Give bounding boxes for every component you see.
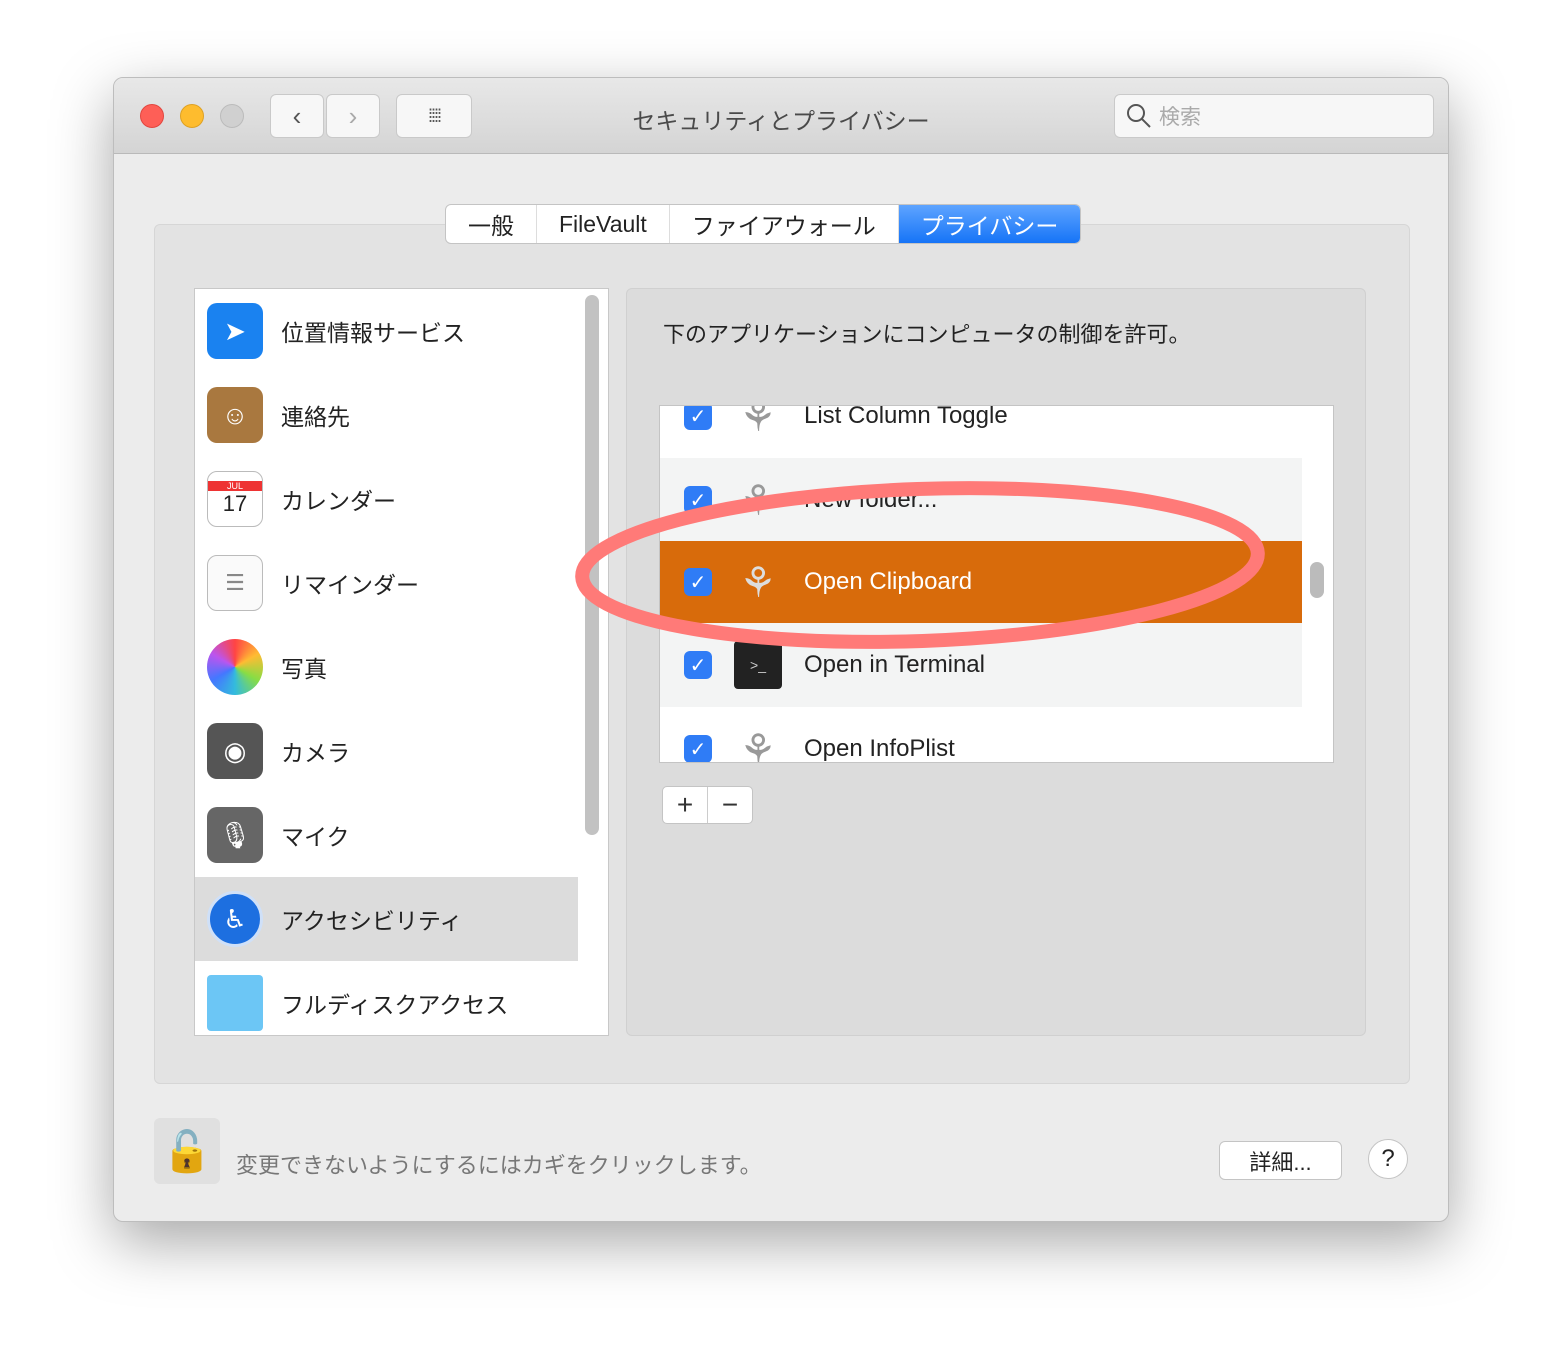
sidebar-item-calendar[interactable]: JUL 17 カレンダー — [195, 457, 578, 541]
camera-icon: ◉ — [207, 723, 263, 779]
tab-privacy[interactable]: プライバシー — [898, 205, 1081, 243]
checkbox[interactable]: ✓ — [684, 651, 712, 679]
add-button[interactable]: + — [663, 787, 708, 823]
sidebar-scrollbar[interactable] — [585, 295, 599, 835]
search-placeholder: 検索 — [1159, 106, 1201, 129]
app-name: List Column Toggle — [804, 405, 1008, 429]
script-icon: ⚘ — [739, 405, 777, 440]
sidebar-item-full-disk-access[interactable]: フルディスクアクセス — [195, 961, 578, 1035]
panel-description: 下のアプリケーションにコンピュータの制御を許可。 — [663, 322, 1191, 347]
title-bar: ‹ › ⁞⁞⁞⁞ セキュリティとプライバシー 検索 — [114, 78, 1448, 154]
lock-button[interactable]: 🔓 — [154, 1118, 220, 1184]
app-row[interactable]: ✓ >_ Open in Terminal — [660, 623, 1302, 707]
checkbox[interactable]: ✓ — [684, 568, 712, 596]
checkbox[interactable]: ✓ — [684, 486, 712, 514]
sidebar-item-label: アクセシビリティ — [281, 908, 463, 934]
help-button[interactable]: ? — [1368, 1139, 1408, 1179]
sidebar-item-photos[interactable]: 写真 — [195, 625, 578, 709]
reminders-icon: ☰ — [207, 555, 263, 611]
calendar-icon: JUL 17 — [207, 471, 263, 527]
preferences-window: ‹ › ⁞⁞⁞⁞ セキュリティとプライバシー 検索 一般 FileVault フ… — [113, 77, 1449, 1222]
folder-icon — [207, 975, 263, 1031]
location-arrow-icon: ➤ — [207, 303, 263, 359]
app-name: New folder... — [804, 486, 938, 513]
script-icon: ⚘ — [739, 558, 777, 606]
search-field[interactable]: 検索 — [1114, 94, 1434, 138]
sidebar-item-label: 写真 — [281, 656, 327, 682]
details-button[interactable]: 詳細... — [1219, 1141, 1342, 1180]
accessibility-icon: ♿ — [207, 891, 263, 947]
lock-hint: 変更できないようにするにはカギをクリックします。 — [236, 1153, 762, 1178]
sidebar-item-location[interactable]: ➤ 位置情報サービス — [195, 289, 578, 373]
tab-filevault[interactable]: FileVault — [537, 205, 670, 243]
sidebar-item-label: フルディスクアクセス — [281, 992, 509, 1018]
calendar-day: 17 — [222, 491, 248, 516]
sidebar-item-label: マイク — [281, 824, 350, 850]
remove-button[interactable]: − — [708, 787, 752, 823]
app-row[interactable]: ✓ ⚘ List Column Toggle — [660, 405, 1302, 458]
checkbox[interactable]: ✓ — [684, 406, 712, 430]
photos-icon — [207, 639, 263, 695]
checkbox[interactable]: ✓ — [684, 735, 712, 762]
app-list-scrollbar[interactable] — [1310, 562, 1324, 598]
sidebar-item-label: リマインダー — [281, 572, 419, 598]
script-icon: ⚘ — [739, 725, 777, 763]
sidebar-item-label: カレンダー — [281, 488, 396, 514]
sidebar-item-reminders[interactable]: ☰ リマインダー — [195, 541, 578, 625]
accessibility-panel: 下のアプリケーションにコンピュータの制御を許可。 ✓ ⚘ List Column T… — [626, 288, 1366, 1036]
app-name: Open in Terminal — [804, 651, 985, 678]
app-name: Open Clipboard — [804, 568, 973, 595]
sidebar-item-accessibility[interactable]: ♿ アクセシビリティ — [195, 877, 578, 961]
script-icon: ⚘ — [739, 476, 777, 524]
privacy-category-list: ➤ 位置情報サービス ☺ 連絡先 JUL 17 カレンダー ☰ リマインダー 写真 ◉ カメ… — [194, 288, 609, 1036]
contacts-icon: ☺ — [207, 387, 263, 443]
sidebar-item-label: カメラ — [281, 740, 350, 766]
sidebar-item-label: 位置情報サービス — [281, 320, 465, 346]
add-remove-control: + − — [662, 786, 753, 824]
app-name: Open InfoPlist — [804, 735, 955, 762]
tab-firewall[interactable]: ファイアウォール — [670, 205, 899, 243]
app-row[interactable]: ✓ ⚘ New folder... — [660, 458, 1302, 542]
search-icon — [1127, 104, 1151, 128]
unlocked-padlock-icon: 🔓 — [162, 1129, 212, 1174]
app-list: ✓ ⚘ List Column Toggle ✓ ⚘ New folder... ✓ ⚘ O… — [659, 405, 1334, 763]
microphone-icon: 🎙 — [207, 807, 263, 863]
app-row[interactable]: ✓ ⚘ Open InfoPlist — [660, 707, 1302, 763]
app-row-selected[interactable]: ✓ ⚘ Open Clipboard — [660, 541, 1302, 623]
sidebar-item-microphone[interactable]: 🎙 マイク — [195, 793, 578, 877]
tab-bar: 一般 FileVault ファイアウォール プライバシー — [445, 204, 1082, 244]
sidebar-item-camera[interactable]: ◉ カメラ — [195, 709, 578, 793]
tab-general[interactable]: 一般 — [446, 205, 537, 243]
sidebar-item-label: 連絡先 — [281, 404, 350, 430]
calendar-month: JUL — [208, 481, 262, 491]
terminal-icon: >_ — [734, 641, 782, 689]
sidebar-item-contacts[interactable]: ☺ 連絡先 — [195, 373, 578, 457]
